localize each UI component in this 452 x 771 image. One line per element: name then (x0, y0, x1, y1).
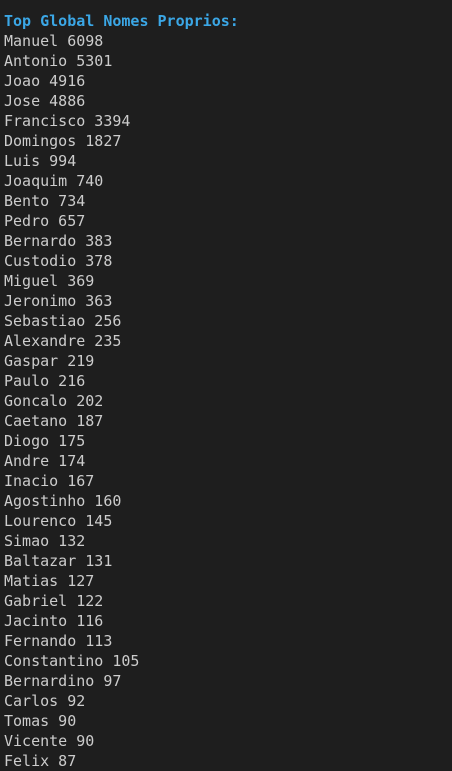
list-item: Sebastiao 256 (4, 312, 122, 330)
list-item: Gaspar 219 (4, 352, 95, 370)
list-item: Paulo 216 (4, 372, 86, 390)
list-item: Francisco 3394 (4, 112, 131, 130)
list-item: Fernando 113 (4, 632, 113, 650)
list-item: Caetano 187 (4, 412, 104, 430)
list-item: Matias 127 (4, 572, 95, 590)
list-item: Bernardino 97 (4, 672, 122, 690)
list-item: Jeronimo 363 (4, 292, 113, 310)
list-item: Custodio 378 (4, 252, 113, 270)
list-item: Jacinto 116 (4, 612, 104, 630)
list-item: Andre 174 (4, 452, 86, 470)
list-item: Goncalo 202 (4, 392, 104, 410)
list-item: Domingos 1827 (4, 132, 122, 150)
list-item: Baltazar 131 (4, 552, 113, 570)
list-item: Antonio 5301 (4, 52, 113, 70)
list-item: Gabriel 122 (4, 592, 104, 610)
terminal-output: Top Global Nomes Proprios: Manuel 6098 A… (0, 0, 452, 771)
list-item: Felix 87 (4, 752, 77, 770)
list-item: Simao 132 (4, 532, 86, 550)
list-item: Manuel 6098 (4, 32, 104, 50)
list-item: Joao 4916 (4, 72, 86, 90)
list-item: Joaquim 740 (4, 172, 104, 190)
list-item: Constantino 105 (4, 652, 140, 670)
list-item: Bento 734 (4, 192, 86, 210)
list-item: Diogo 175 (4, 432, 86, 450)
list-item: Carlos 92 (4, 692, 86, 710)
list-item: Bernardo 383 (4, 232, 113, 250)
list-item: Inacio 167 (4, 472, 95, 490)
list-item: Vicente 90 (4, 732, 95, 750)
list-item: Lourenco 145 (4, 512, 113, 530)
list-item: Alexandre 235 (4, 332, 122, 350)
list-item: Luis 994 (4, 152, 77, 170)
list-item: Miguel 369 (4, 272, 95, 290)
output-heading: Top Global Nomes Proprios: (4, 12, 239, 30)
list-item: Jose 4886 (4, 92, 86, 110)
list-item: Tomas 90 (4, 712, 77, 730)
list-item: Agostinho 160 (4, 492, 122, 510)
list-item: Pedro 657 (4, 212, 86, 230)
